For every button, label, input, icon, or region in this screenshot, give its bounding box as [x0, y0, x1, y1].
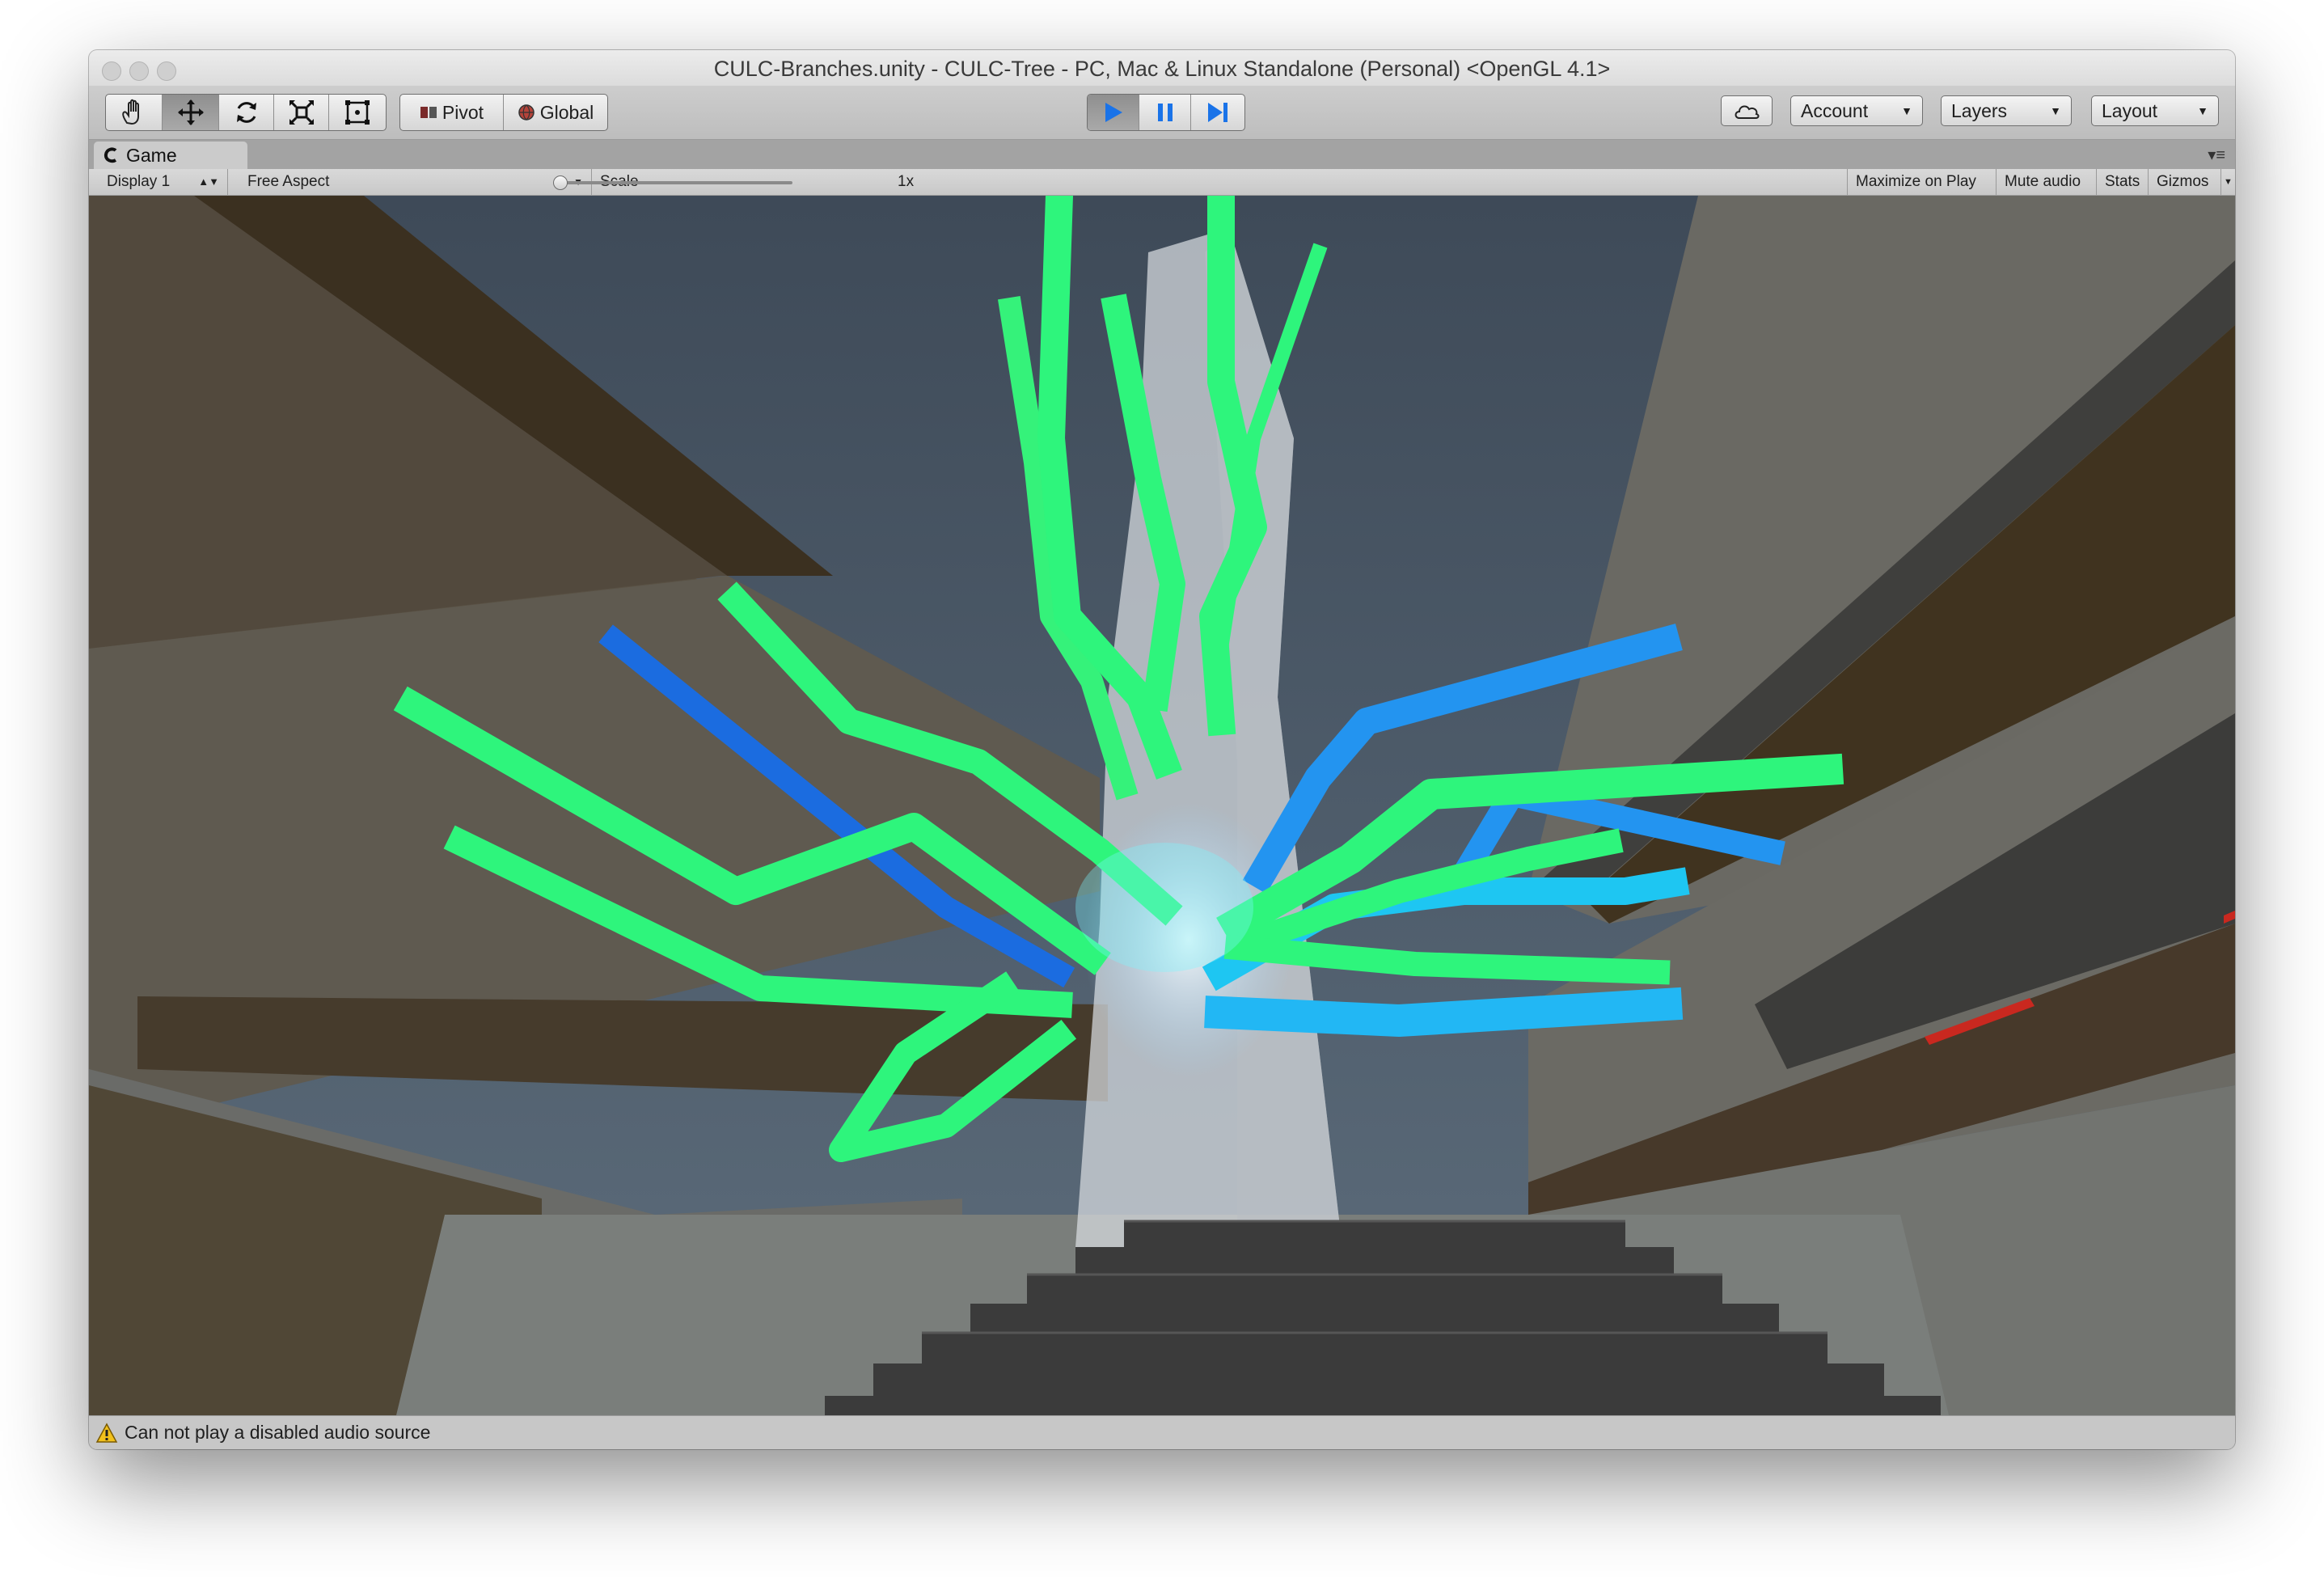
pause-button[interactable] — [1139, 95, 1191, 130]
layout-dropdown[interactable]: Layout ▼ — [2091, 95, 2219, 126]
move-arrows-icon — [177, 99, 204, 125]
display-dropdown[interactable]: Display 1 ▲▼ — [89, 169, 228, 195]
chevron-down-icon: ▼ — [2197, 104, 2208, 117]
gizmos-toggle[interactable]: Gizmos — [2148, 169, 2220, 195]
window-title: CULC-Branches.unity - CULC-Tree - PC, Ma… — [713, 57, 1611, 81]
unity-window: CULC-Branches.unity - CULC-Tree - PC, Ma… — [89, 50, 2235, 1449]
display-label: Display 1 — [107, 173, 171, 190]
layers-dropdown[interactable]: Layers ▼ — [1941, 95, 2072, 126]
pivot-icon — [420, 107, 437, 118]
console-status-bar[interactable]: Can not play a disabled audio source — [89, 1415, 2235, 1449]
cloud-button[interactable] — [1721, 95, 1773, 126]
maximize-on-play-toggle[interactable]: Maximize on Play — [1847, 169, 1996, 195]
chevron-down-icon: ▼ — [1901, 104, 1912, 117]
stats-toggle[interactable]: Stats — [2096, 169, 2148, 195]
play-button[interactable] — [1088, 95, 1139, 130]
aspect-dropdown[interactable]: Free Aspect ▼ — [228, 169, 592, 195]
tab-game[interactable]: Game — [94, 142, 247, 169]
step-button[interactable] — [1191, 95, 1244, 130]
aspect-label: Free Aspect — [247, 173, 330, 190]
layers-label: Layers — [1951, 100, 2008, 121]
branch-core-glow — [1075, 843, 1253, 972]
game-viewport[interactable] — [89, 196, 2235, 1415]
game-tab-icon — [104, 147, 117, 163]
game-tab-label: Game — [126, 144, 177, 166]
hand-icon — [121, 99, 139, 125]
playback-controls — [1087, 94, 1245, 131]
global-label: Global — [539, 101, 594, 123]
scale-icon — [289, 99, 314, 125]
rotate-tool-button[interactable] — [219, 95, 274, 130]
rotate-icon — [236, 102, 256, 123]
scale-slider-track[interactable] — [560, 181, 792, 184]
pivot-global-group: Pivot Global — [399, 94, 608, 131]
cloud-icon — [1735, 105, 1760, 119]
move-tool-button[interactable] — [163, 95, 219, 130]
global-button[interactable]: Global — [504, 95, 607, 130]
scale-tool-button[interactable] — [274, 95, 329, 130]
warning-icon — [95, 1422, 118, 1443]
scale-slider-thumb[interactable] — [553, 175, 568, 190]
rect-tool-button[interactable] — [329, 95, 386, 130]
gizmos-dropdown[interactable]: ▼ — [2220, 169, 2235, 195]
game-scene — [89, 196, 2235, 1415]
pivot-button[interactable]: Pivot — [400, 95, 504, 130]
branch-cyan — [1204, 987, 1684, 1037]
account-label: Account — [1801, 100, 1869, 121]
account-dropdown[interactable]: Account ▼ — [1790, 95, 1923, 126]
status-message: Can not play a disabled audio source — [125, 1422, 431, 1443]
mute-audio-toggle[interactable]: Mute audio — [1996, 169, 2096, 195]
game-view-toolbar: Display 1 ▲▼ Free Aspect ▼ Scale 1x Maxi… — [89, 169, 2235, 196]
pivot-label: Pivot — [442, 101, 484, 123]
chevron-down-icon: ▼ — [2050, 104, 2061, 117]
panel-menu-icon[interactable]: ▾≡ — [2208, 145, 2225, 165]
panel-tab-bar: Game ▾≡ — [89, 140, 2235, 169]
pause-icon — [1157, 104, 1173, 121]
rect-icon — [345, 100, 370, 125]
layout-label: Layout — [2102, 100, 2158, 121]
main-toolbar: Pivot Global Account ▼ Layers ▼ Layout ▼ — [89, 86, 2235, 140]
step-icon — [1208, 103, 1227, 122]
play-icon — [1105, 103, 1122, 122]
hand-tool-button[interactable] — [106, 95, 163, 130]
globe-icon — [518, 104, 535, 120]
transform-tools — [105, 94, 387, 131]
scale-value: 1x — [898, 173, 915, 190]
updown-arrows-icon: ▲▼ — [198, 175, 219, 188]
title-bar: CULC-Branches.unity - CULC-Tree - PC, Ma… — [89, 50, 2235, 87]
